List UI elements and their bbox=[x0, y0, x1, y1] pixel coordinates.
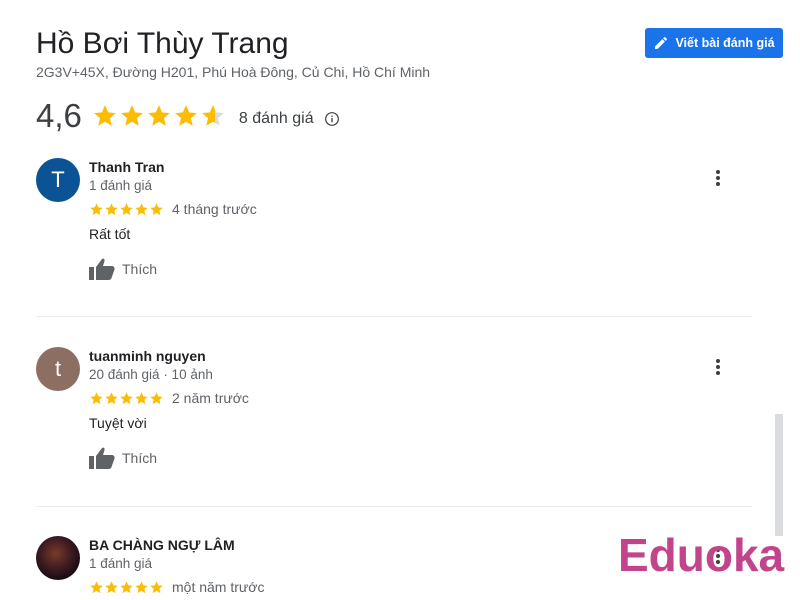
review-stars bbox=[89, 580, 164, 595]
star-icon bbox=[175, 105, 197, 126]
star-icon bbox=[120, 202, 133, 215]
star-icon bbox=[120, 580, 133, 593]
star-icon bbox=[150, 202, 163, 215]
like-label: Thích bbox=[122, 450, 158, 466]
star-icon bbox=[105, 391, 118, 404]
rating-value: 4,6 bbox=[36, 97, 82, 134]
star-icon bbox=[150, 580, 163, 593]
like-label: Thích bbox=[122, 261, 158, 277]
review-time: 2 năm trước bbox=[172, 390, 249, 406]
like-button[interactable]: Thích bbox=[89, 258, 752, 280]
write-review-label: Viết bài đánh giá bbox=[675, 36, 775, 50]
review-stars bbox=[89, 202, 164, 217]
thumbs-up-icon bbox=[89, 258, 115, 280]
more-options-icon[interactable] bbox=[714, 170, 722, 190]
star-icon bbox=[135, 202, 148, 215]
rating-summary: 4,6 8 đánh giá bbox=[36, 96, 340, 136]
info-icon[interactable] bbox=[324, 111, 340, 127]
review-time: 4 tháng trước bbox=[172, 201, 257, 217]
star-icon bbox=[121, 105, 143, 126]
divider bbox=[36, 316, 752, 317]
star-icon bbox=[90, 202, 103, 215]
star-icon bbox=[120, 391, 133, 404]
review-stars bbox=[89, 391, 164, 406]
review-count[interactable]: 8 đánh giá bbox=[239, 110, 314, 128]
star-icon bbox=[94, 105, 116, 126]
rating-stars bbox=[92, 103, 227, 129]
star-icon bbox=[105, 580, 118, 593]
avatar[interactable] bbox=[36, 536, 80, 580]
star-icon bbox=[135, 580, 148, 593]
reviewer-name[interactable]: Thanh Tran bbox=[89, 158, 752, 176]
star-icon bbox=[90, 580, 103, 593]
star-icon bbox=[148, 105, 170, 126]
review-text: Tuyệt vời bbox=[89, 415, 147, 431]
reviewer-meta: 20 đánh giá · 10 ảnh bbox=[89, 367, 213, 382]
avatar[interactable]: T bbox=[36, 158, 80, 202]
place-address: 2G3V+45X, Đường H201, Phú Hoà Đông, Củ C… bbox=[36, 64, 431, 80]
star-icon bbox=[105, 202, 118, 215]
more-options-icon[interactable] bbox=[714, 359, 722, 379]
watermark-logo: Eduoka bbox=[618, 529, 785, 581]
thumbs-up-icon bbox=[89, 447, 115, 469]
divider bbox=[36, 506, 752, 507]
star-icon bbox=[90, 391, 103, 404]
star-icon bbox=[150, 391, 163, 404]
pencil-icon bbox=[655, 36, 668, 49]
review-text: Rất tốt bbox=[89, 226, 131, 242]
star-icon bbox=[202, 105, 224, 126]
like-button[interactable]: Thích bbox=[89, 447, 752, 469]
reviewer-name[interactable]: tuanminh nguyen bbox=[89, 347, 752, 365]
avatar[interactable]: t bbox=[36, 347, 80, 391]
reviewer-meta: 1 đánh giá bbox=[89, 178, 153, 193]
star-icon bbox=[135, 391, 148, 404]
review-time: một năm trước bbox=[172, 579, 265, 595]
write-review-button[interactable]: Viết bài đánh giá bbox=[645, 28, 783, 58]
scrollbar[interactable] bbox=[775, 414, 783, 536]
